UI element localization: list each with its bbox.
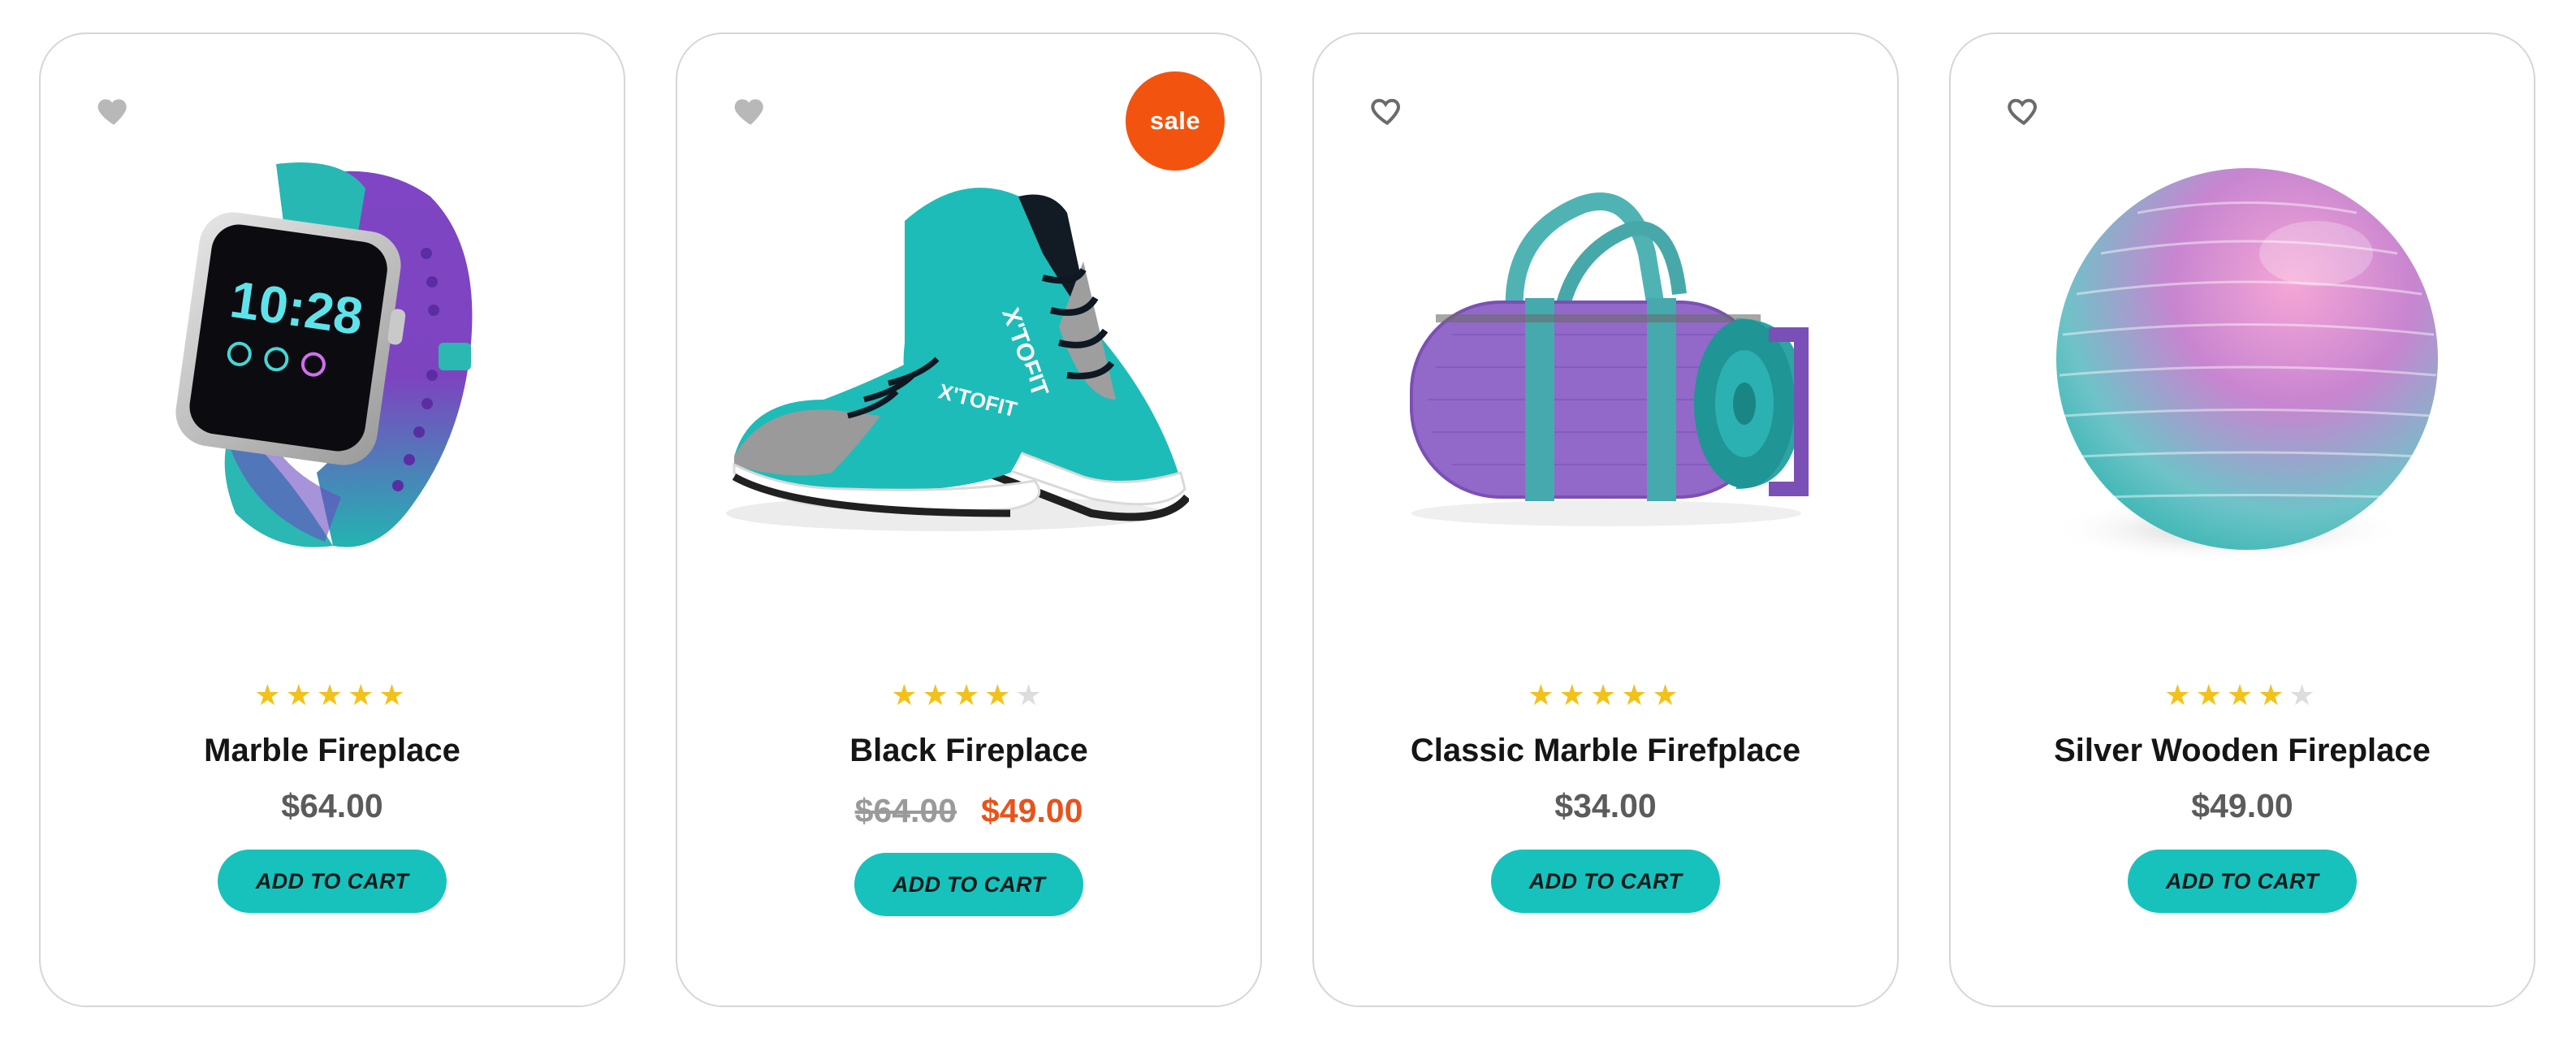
product-price: $34.00 xyxy=(1554,787,1657,824)
product-title[interactable]: Classic Marble Firefplace xyxy=(1330,734,1881,767)
smartwatch-image[interactable]: 10:28 xyxy=(130,132,536,586)
star-icon: ★ xyxy=(285,678,317,711)
product-title[interactable]: Black Fireplace xyxy=(694,734,1244,767)
add-to-cart-button[interactable]: ADD TO CART xyxy=(1491,850,1720,913)
product-card: 10:28 ★★★★★ Marble Fireplace $64.00 ADD … xyxy=(39,32,625,1007)
heart-filled-icon[interactable] xyxy=(733,93,768,128)
star-icon: ★ xyxy=(1558,678,1590,711)
star-icon: ★ xyxy=(984,678,1016,711)
star-icon: ★ xyxy=(1621,678,1653,711)
rating-stars: ★★★★★ xyxy=(1951,681,2534,710)
star-icon: ★ xyxy=(2226,678,2258,711)
star-icon: ★ xyxy=(2195,678,2227,711)
sneakers-image[interactable]: X'TOFIT X'TOFIT xyxy=(702,132,1189,586)
original-price: $64.00 xyxy=(854,792,957,829)
rating-stars: ★★★★★ xyxy=(41,681,624,710)
sale-price: $49.00 xyxy=(981,792,1083,829)
star-icon: ★ xyxy=(2164,678,2196,711)
exercise-ball-image[interactable] xyxy=(2040,132,2446,586)
star-empty-icon: ★ xyxy=(2289,678,2320,711)
star-icon: ★ xyxy=(1652,678,1683,711)
star-icon: ★ xyxy=(953,678,985,711)
product-price: $49.00 xyxy=(2191,787,2293,824)
star-icon: ★ xyxy=(1528,678,1559,711)
product-price: $64.00 xyxy=(281,787,383,824)
star-empty-icon: ★ xyxy=(1015,678,1047,711)
star-icon: ★ xyxy=(922,678,953,711)
star-icon: ★ xyxy=(378,678,410,711)
add-to-cart-button[interactable]: ADD TO CART xyxy=(854,853,1083,916)
rating-stars: ★★★★★ xyxy=(1314,681,1897,710)
product-card: sale X'TOFIT X'TOFIT ★★★★★ Black Firepla… xyxy=(676,32,1262,1007)
star-icon: ★ xyxy=(891,678,923,711)
product-card: ★★★★★ Classic Marble Firefplace $34.00 A… xyxy=(1312,32,1899,1007)
product-price: $64.00 $49.00 xyxy=(677,794,1260,828)
rating-stars: ★★★★★ xyxy=(677,681,1260,710)
product-title[interactable]: Silver Wooden Fireplace xyxy=(1967,734,2518,767)
add-to-cart-button[interactable]: ADD TO CART xyxy=(2128,850,2357,913)
star-icon: ★ xyxy=(348,678,379,711)
star-icon: ★ xyxy=(316,678,348,711)
gym-bag-image[interactable] xyxy=(1387,132,1826,586)
star-icon: ★ xyxy=(2258,678,2289,711)
star-icon: ★ xyxy=(1589,678,1622,711)
heart-filled-icon[interactable] xyxy=(96,93,132,128)
product-card: ★★★★★ Silver Wooden Fireplace $49.00 ADD… xyxy=(1949,32,2535,1007)
heart-outline-icon[interactable] xyxy=(1369,93,1405,128)
product-title[interactable]: Marble Fireplace xyxy=(57,734,607,767)
heart-outline-icon[interactable] xyxy=(2006,93,2042,128)
star-icon: ★ xyxy=(254,678,286,711)
add-to-cart-button[interactable]: ADD TO CART xyxy=(218,850,447,913)
